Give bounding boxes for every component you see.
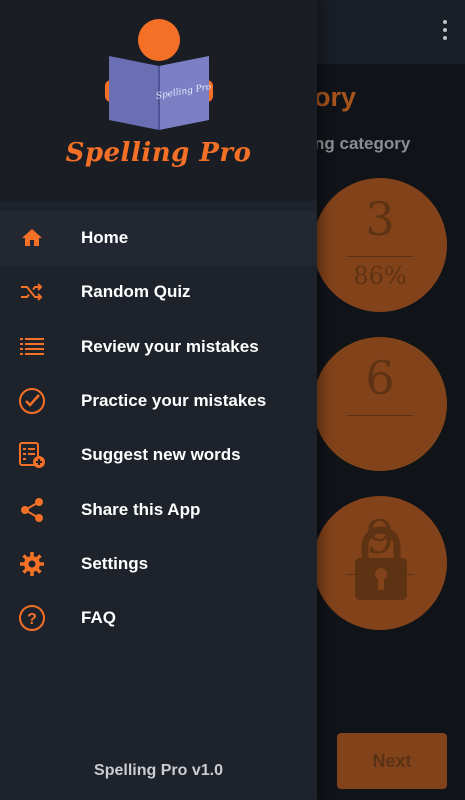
drawer-header: Spelling Pro Spelling Pro	[0, 0, 317, 201]
lock-icon	[355, 526, 407, 600]
app-name: Spelling Pro	[65, 138, 252, 168]
menu-item-label: Home	[81, 228, 129, 248]
menu-item-practice-mistakes[interactable]: Practice your mistakes	[0, 374, 317, 428]
drawer-menu: Home Random Quiz Review your mistakes Pr…	[0, 211, 317, 645]
more-options-icon[interactable]	[441, 20, 449, 44]
gear-icon	[18, 550, 46, 578]
navigation-drawer: Spelling Pro Spelling Pro Home Random Qu…	[0, 0, 317, 800]
home-icon	[18, 224, 46, 252]
menu-item-suggest-words[interactable]: Suggest new words	[0, 428, 317, 482]
menu-item-label: Settings	[81, 553, 149, 573]
category-percent: 86%	[353, 262, 407, 290]
check-circle-icon	[18, 387, 46, 415]
add-list-icon	[18, 441, 46, 469]
next-button[interactable]: Next	[337, 733, 447, 789]
category-circle-9[interactable]: 9	[313, 496, 447, 630]
menu-item-label: Suggest new words	[81, 445, 241, 465]
menu-item-share[interactable]: Share this App	[0, 482, 317, 536]
menu-item-home[interactable]: Home	[0, 211, 317, 266]
menu-item-random-quiz[interactable]: Random Quiz	[0, 265, 317, 319]
version-label: Spelling Pro v1.0	[94, 762, 223, 779]
divider	[347, 415, 413, 416]
page-title: ory	[314, 82, 357, 112]
svg-text:?: ?	[27, 611, 37, 628]
menu-item-label: FAQ	[81, 608, 116, 628]
share-icon	[18, 496, 46, 524]
menu-item-label: Share this App	[81, 499, 201, 519]
divider	[347, 256, 413, 257]
page-subtitle: ng category	[314, 134, 411, 153]
menu-item-settings[interactable]: Settings	[0, 537, 317, 591]
category-circle-3[interactable]: 3 86%	[313, 178, 447, 312]
category-circle-6[interactable]: 6	[313, 337, 447, 471]
help-icon: ?	[18, 604, 46, 632]
menu-item-label: Random Quiz	[81, 282, 191, 302]
menu-item-label: Review your mistakes	[81, 336, 259, 356]
menu-item-label: Practice your mistakes	[81, 391, 267, 411]
list-icon	[18, 333, 46, 361]
category-number: 3	[365, 192, 395, 246]
category-number: 6	[365, 351, 395, 405]
shuffle-icon	[18, 278, 46, 306]
menu-item-review-mistakes[interactable]: Review your mistakes	[0, 320, 317, 374]
menu-item-faq[interactable]: ? FAQ	[0, 591, 317, 645]
